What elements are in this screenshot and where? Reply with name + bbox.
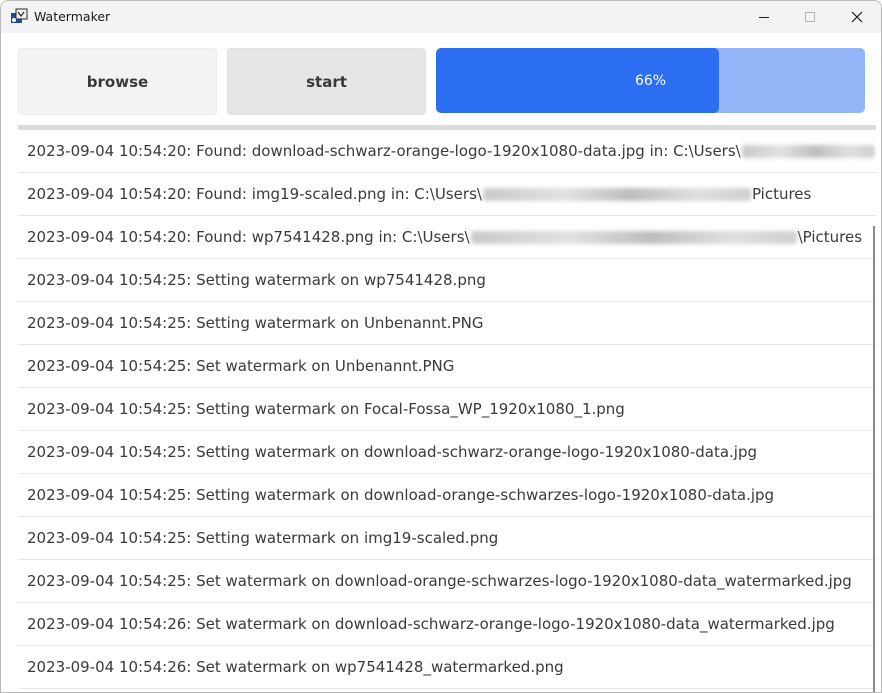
log-entry: 2023-09-04 10:54:20: Found: img19-scaled…: [18, 173, 876, 216]
app-window: Watermaker browse start 66% 2023-09-04 1…: [0, 0, 882, 693]
redacted-path: [470, 230, 797, 244]
title-bar[interactable]: Watermaker: [1, 1, 881, 33]
window-title: Watermaker: [34, 9, 111, 24]
redacted-path: [482, 187, 751, 201]
log-entry: 2023-09-04 10:54:20: Found: download-sch…: [18, 130, 876, 173]
log-entry-text: 2023-09-04 10:54:20: Found: img19-scaled…: [27, 185, 482, 203]
log-entry-text: 2023-09-04 10:54:26: Set watermark on do…: [27, 615, 835, 633]
log-entry-text: 2023-09-04 10:54:25: Setting watermark o…: [27, 271, 486, 289]
log-entry: 2023-09-04 10:54:25: Setting watermark o…: [18, 474, 876, 517]
log-entry: 2023-09-04 10:54:25: Setting watermark o…: [18, 259, 876, 302]
close-button[interactable]: [834, 1, 880, 33]
start-button[interactable]: start: [227, 48, 426, 115]
redacted-path: [741, 144, 875, 158]
log-entry-text: 2023-09-04 10:54:20: Found: download-sch…: [27, 142, 741, 160]
log-entry-text: 2023-09-04 10:54:25: Setting watermark o…: [27, 529, 499, 547]
log-entry-text: 2023-09-04 10:54:25: Set watermark on Un…: [27, 357, 455, 375]
minimize-button[interactable]: [741, 1, 787, 33]
log-entry: 2023-09-04 10:54:25: Setting watermark o…: [18, 431, 876, 474]
maximize-icon: [805, 12, 815, 22]
log-entry: 2023-09-04 10:54:26: Set watermark on wp…: [18, 646, 876, 689]
log-entry-text: 2023-09-04 10:54:25: Set watermark on do…: [27, 572, 852, 590]
log-entry: 2023-09-04 10:54:26: Set watermark on do…: [18, 603, 876, 646]
log-entry: 2023-09-04 10:54:20: Found: wp7541428.pn…: [18, 216, 876, 259]
minimize-icon: [759, 17, 769, 18]
log-entry-text: 2023-09-04 10:54:25: Setting watermark o…: [27, 486, 775, 504]
log-entry-text: 2023-09-04 10:54:20: Found: wp7541428.pn…: [27, 228, 470, 246]
log-entry-text: 2023-09-04 10:54:25: Setting watermark o…: [27, 443, 758, 461]
log-entry: 2023-09-04 10:54:25: Setting watermark o…: [18, 388, 876, 431]
log-entry: 2023-09-04 10:54:25: Setting watermark o…: [18, 302, 876, 345]
log-entry-suffix: \Pictures: [797, 228, 863, 246]
log-entry-text: 2023-09-04 10:54:25: Setting watermark o…: [27, 400, 625, 418]
log-list[interactable]: 2023-09-04 10:54:20: Found: download-sch…: [18, 125, 876, 692]
log-scrollbar[interactable]: [873, 226, 875, 692]
browse-button[interactable]: browse: [18, 48, 217, 115]
progress-bar: 66%: [436, 48, 865, 113]
log-entry: 2023-09-04 10:54:25: Set watermark on Un…: [18, 345, 876, 388]
log-entry-text: 2023-09-04 10:54:25: Setting watermark o…: [27, 314, 484, 332]
maximize-button[interactable]: [787, 1, 833, 33]
log-entry-suffix: Pictures: [751, 185, 812, 203]
log-entry-text: 2023-09-04 10:54:26: Set watermark on wp…: [27, 658, 564, 676]
watermaker-app-icon: [10, 8, 28, 26]
log-entry: 2023-09-04 10:54:25: Set watermark on do…: [18, 560, 876, 603]
close-icon: [851, 11, 863, 23]
log-entry: 2023-09-04 10:54:25: Setting watermark o…: [18, 517, 876, 560]
progress-label: 66%: [634, 72, 667, 89]
